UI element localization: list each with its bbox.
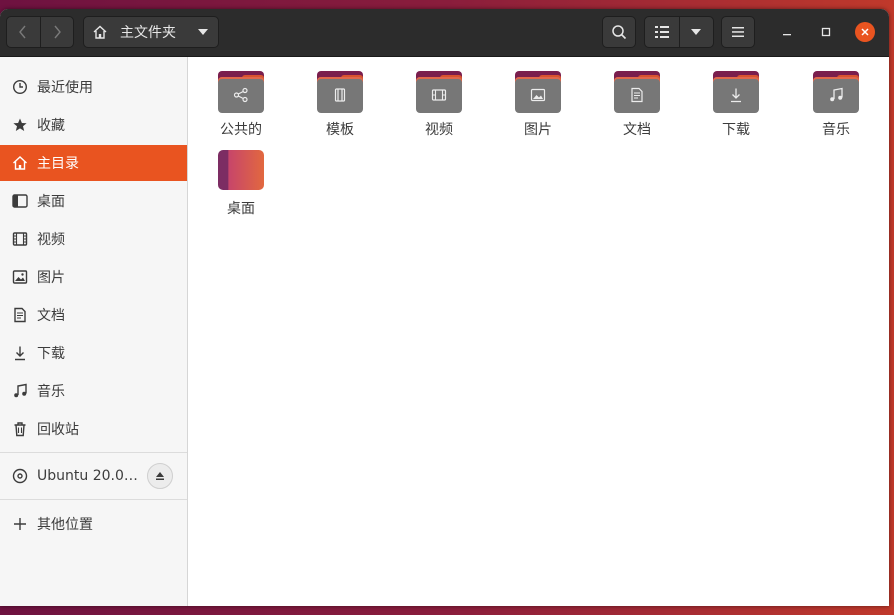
- sidebar-item-home[interactable]: 主目录: [0, 145, 187, 181]
- file-grid: 公共的 模板 视频 图片 文档 下载 音乐 桌面: [188, 57, 889, 606]
- home-icon: [93, 25, 107, 39]
- file-name: 桌面: [227, 201, 255, 217]
- chevron-right-icon: [54, 25, 61, 39]
- folder-icon: [813, 71, 859, 113]
- file-manager-window: 主文件夹 最近使用 收藏 主目录 桌面 视频 图片 文档 下载 音乐 回收站 U…: [0, 9, 889, 606]
- sidebar-item-downloads[interactable]: 下载: [0, 335, 187, 371]
- dropdown-arrow-icon: [691, 29, 702, 35]
- file-name: 图片: [524, 122, 552, 138]
- folder-item-documents[interactable]: 文档: [597, 63, 677, 139]
- view-dropdown-button[interactable]: [678, 17, 714, 47]
- folder-item-templates[interactable]: 模板: [300, 63, 380, 139]
- forward-button[interactable]: [39, 17, 74, 47]
- image-icon: [12, 269, 28, 285]
- hamburger-menu-icon: [732, 27, 744, 37]
- document-icon: [12, 307, 28, 323]
- folder-item-downloads[interactable]: 下载: [696, 63, 776, 139]
- search-button[interactable]: [602, 16, 636, 48]
- sidebar-separator: [0, 499, 187, 500]
- sidebar-item-documents[interactable]: 文档: [0, 297, 187, 333]
- navigation-buttons: [6, 16, 74, 48]
- folder-item-desktop[interactable]: 桌面: [201, 143, 281, 219]
- folder-icon: [218, 71, 264, 113]
- sidebar-item-trash[interactable]: 回收站: [0, 411, 187, 447]
- back-button[interactable]: [7, 17, 40, 47]
- minimize-icon: [783, 34, 791, 36]
- folder-item-public[interactable]: 公共的: [201, 63, 281, 139]
- sidebar-item-label: 主目录: [37, 156, 79, 172]
- disc-icon: [12, 468, 28, 484]
- desktop-folder-icon: [218, 150, 264, 190]
- file-name: 下载: [722, 122, 750, 138]
- film-icon: [12, 231, 28, 247]
- eject-button[interactable]: [147, 463, 173, 489]
- close-icon: [861, 28, 869, 36]
- sidebar-separator: [0, 452, 187, 453]
- file-name: 模板: [326, 122, 354, 138]
- share-icon: [233, 87, 248, 103]
- desktop-icon: [12, 193, 28, 209]
- sidebar-item-pictures[interactable]: 图片: [0, 259, 187, 295]
- sidebar-item-label: 音乐: [37, 384, 65, 400]
- download-icon: [731, 88, 741, 103]
- sidebar-item-desktop[interactable]: 桌面: [0, 183, 187, 219]
- folder-icon: [713, 71, 759, 113]
- file-name: 公共的: [220, 122, 262, 138]
- sidebar-item-music[interactable]: 音乐: [0, 373, 187, 409]
- folder-icon: [416, 71, 462, 113]
- sidebar-item-label: Ubuntu 20.0…: [37, 468, 138, 484]
- chevron-left-icon: [19, 25, 26, 39]
- template-icon: [334, 88, 346, 102]
- folder-icon: [317, 71, 363, 113]
- sidebar-item-starred[interactable]: 收藏: [0, 107, 187, 143]
- folder-item-videos[interactable]: 视频: [399, 63, 479, 139]
- path-label: 主文件夹: [120, 25, 176, 41]
- sidebar-item-recent[interactable]: 最近使用: [0, 69, 187, 105]
- sidebar-item-other-locations[interactable]: 其他位置: [0, 506, 187, 542]
- home-icon: [12, 155, 28, 171]
- path-bar-home-button[interactable]: 主文件夹: [83, 16, 219, 48]
- trash-icon: [12, 421, 28, 437]
- file-name: 文档: [623, 122, 651, 138]
- folder-item-music[interactable]: 音乐: [796, 63, 876, 139]
- sidebar-item-label: 收藏: [37, 118, 65, 134]
- sidebar-item-label: 回收站: [37, 422, 79, 438]
- sidebar-item-videos[interactable]: 视频: [0, 221, 187, 257]
- music-icon: [12, 383, 28, 399]
- list-view-icon: [654, 26, 669, 38]
- file-name: 音乐: [822, 122, 850, 138]
- menu-button[interactable]: [721, 16, 755, 48]
- eject-icon: [156, 472, 164, 480]
- sidebar-item-label: 下载: [37, 346, 65, 362]
- maximize-icon: [821, 27, 831, 37]
- minimize-button[interactable]: [777, 22, 797, 42]
- list-view-button[interactable]: [645, 17, 679, 47]
- dropdown-arrow-icon: [198, 29, 208, 35]
- sidebar: 最近使用 收藏 主目录 桌面 视频 图片 文档 下载 音乐 回收站 Ubuntu…: [0, 57, 188, 606]
- star-icon: [12, 117, 28, 133]
- close-button[interactable]: [855, 22, 875, 42]
- maximize-button[interactable]: [816, 22, 836, 42]
- music-icon: [830, 87, 843, 102]
- sidebar-item-label: 文档: [37, 308, 65, 324]
- download-icon: [12, 345, 28, 361]
- sidebar-item-label: 图片: [37, 270, 65, 286]
- sidebar-item-label: 其他位置: [37, 517, 93, 533]
- document-icon: [631, 87, 643, 103]
- file-name: 视频: [425, 122, 453, 138]
- film-icon: [431, 89, 447, 101]
- sidebar-item-device[interactable]: Ubuntu 20.0…: [0, 458, 187, 494]
- folder-icon: [614, 71, 660, 113]
- plus-icon: [12, 516, 28, 532]
- header-bar: 主文件夹: [0, 9, 889, 57]
- sidebar-item-label: 视频: [37, 232, 65, 248]
- image-icon: [530, 88, 546, 102]
- folder-item-pictures[interactable]: 图片: [498, 63, 578, 139]
- folder-icon: [515, 71, 561, 113]
- search-icon: [612, 25, 627, 40]
- sidebar-item-label: 桌面: [37, 194, 65, 210]
- sidebar-item-label: 最近使用: [37, 80, 93, 96]
- clock-icon: [12, 79, 28, 95]
- view-options: [644, 16, 714, 48]
